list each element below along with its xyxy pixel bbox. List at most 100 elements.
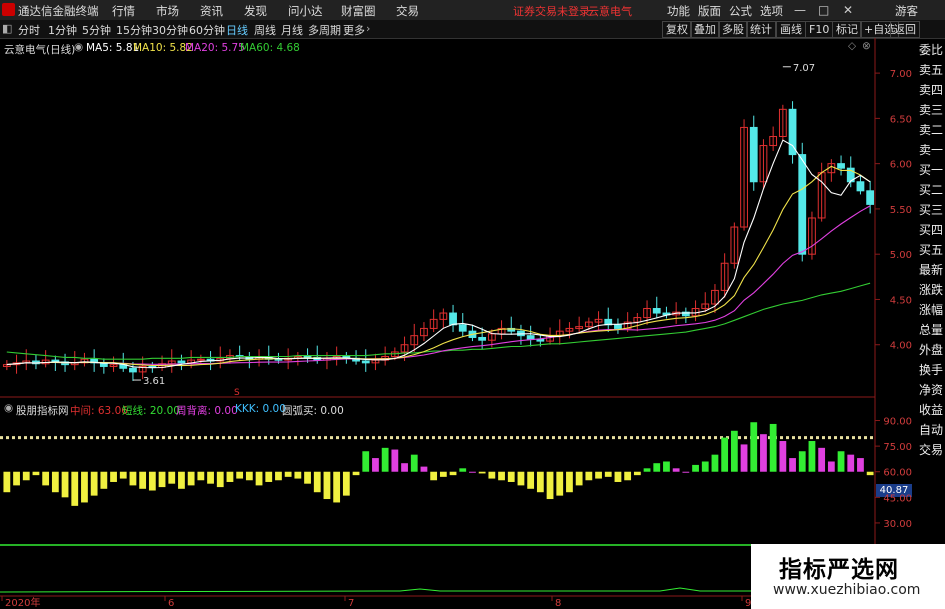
indicator-bar	[750, 422, 758, 472]
indicator-bar	[857, 458, 864, 472]
candle-down	[788, 108, 797, 156]
indicator-bar	[207, 471, 214, 484]
indicator-bar	[760, 434, 767, 472]
indicator-bar	[129, 471, 137, 486]
indicator-bar	[818, 447, 826, 472]
y-tick-label: 60.00	[883, 468, 912, 479]
indicator-bar	[265, 471, 273, 482]
candle-down	[652, 308, 661, 314]
indicator-bar	[245, 471, 253, 481]
indicator-bar	[798, 451, 806, 472]
indicator-bar	[536, 471, 544, 493]
candle-down	[856, 181, 865, 192]
indicator-bar	[333, 471, 341, 503]
indicator-bar	[119, 471, 127, 479]
volume-line	[0, 587, 875, 593]
indicator-bar	[90, 471, 98, 496]
indicator-bar	[100, 471, 108, 489]
candle-down	[361, 360, 370, 364]
indicator-bar	[827, 461, 835, 472]
indicator-bar	[682, 471, 690, 473]
indicator-bar	[22, 471, 30, 481]
indicator-bar	[633, 471, 641, 476]
indicator-bar	[3, 471, 11, 493]
indicator-bar	[81, 471, 88, 503]
x-tick-label: 8	[555, 598, 561, 609]
indicator-bar	[178, 471, 185, 489]
candle-down	[749, 126, 758, 183]
x-tick-label: 7	[348, 598, 354, 609]
candle-down	[837, 163, 845, 169]
ma20-line	[6, 205, 871, 366]
high-price-label: 7.07	[793, 63, 815, 74]
low-price-label: 3.61	[143, 376, 165, 387]
y-tick-label: 90.00	[883, 417, 912, 428]
indicator-bar	[653, 463, 661, 472]
indicator-bar	[769, 423, 777, 472]
y-tick-label: 75.00	[883, 442, 912, 453]
indicator-bar	[401, 463, 408, 472]
indicator-bar	[672, 468, 680, 472]
indicator-bar	[255, 471, 263, 486]
indicator-bar	[721, 437, 729, 472]
watermark: 指标严选网 www.xuezhibiao.com	[751, 544, 945, 609]
candle-down	[274, 358, 283, 361]
stock-chart[interactable]: 7.00 6.50 6.00 5.50 5.00 4.50 4.00 7.07 3.61 S 90.…	[0, 0, 945, 609]
indicator-bar	[701, 461, 709, 472]
indicator-bar	[789, 458, 796, 472]
indicator-bar	[488, 471, 496, 479]
indicator-bar	[692, 464, 699, 472]
candle-down	[526, 335, 535, 340]
indicator-bar	[866, 471, 874, 476]
y-tick-label: 5.50	[890, 205, 912, 216]
indicator-bar	[275, 471, 282, 481]
x-tick-label: 2020年	[5, 596, 40, 609]
candle-down	[614, 324, 622, 329]
indicator-bar	[507, 471, 515, 482]
indicator-bar	[313, 471, 321, 493]
indicator-bar	[604, 471, 612, 477]
indicator-bar	[13, 471, 20, 486]
y-tick-label: 30.00	[883, 519, 912, 530]
candle-up	[196, 358, 205, 361]
indicator-bar	[197, 471, 205, 481]
indicator-bar	[439, 471, 447, 477]
indicator-bar	[323, 471, 331, 500]
indicator-bar	[187, 471, 195, 486]
indicator-bar	[42, 471, 50, 486]
y-tick-label: 7.00	[890, 69, 912, 80]
indicator-bar	[730, 430, 738, 472]
indicator-bar	[294, 471, 302, 479]
indicator-bar	[847, 454, 855, 472]
indicator-bar	[643, 468, 651, 472]
indicator-bar	[663, 461, 670, 472]
y-tick-label: 6.50	[890, 114, 912, 125]
x-tick-label: 6	[168, 598, 174, 609]
indicator-bar	[478, 471, 486, 474]
indicator-bar	[546, 471, 554, 500]
indicator-bar	[779, 441, 787, 472]
candle-down	[866, 190, 875, 205]
indicator-bar	[362, 451, 370, 472]
indicator-bar	[391, 449, 399, 472]
indicator-bar	[527, 471, 535, 489]
indicator-bar	[420, 466, 428, 472]
ma60-line	[6, 282, 871, 360]
indicator-bar	[168, 471, 176, 484]
indicator-bar	[469, 471, 476, 473]
indicator-bar	[517, 471, 525, 486]
indicator-bar	[459, 468, 467, 472]
candle-down	[458, 324, 467, 332]
candle-down	[303, 356, 312, 358]
candle-down	[798, 154, 807, 255]
indicator-bar	[158, 471, 166, 488]
indicator-bar	[148, 471, 156, 491]
indicator-bar	[566, 471, 573, 493]
sell-marker: S	[234, 388, 240, 398]
y-tick-label: 5.00	[890, 250, 912, 261]
indicator-bar	[352, 471, 360, 476]
candle-down	[129, 367, 137, 373]
indicator-bar	[304, 471, 311, 484]
indicator-bar	[624, 471, 632, 481]
indicator-bar	[51, 471, 59, 493]
